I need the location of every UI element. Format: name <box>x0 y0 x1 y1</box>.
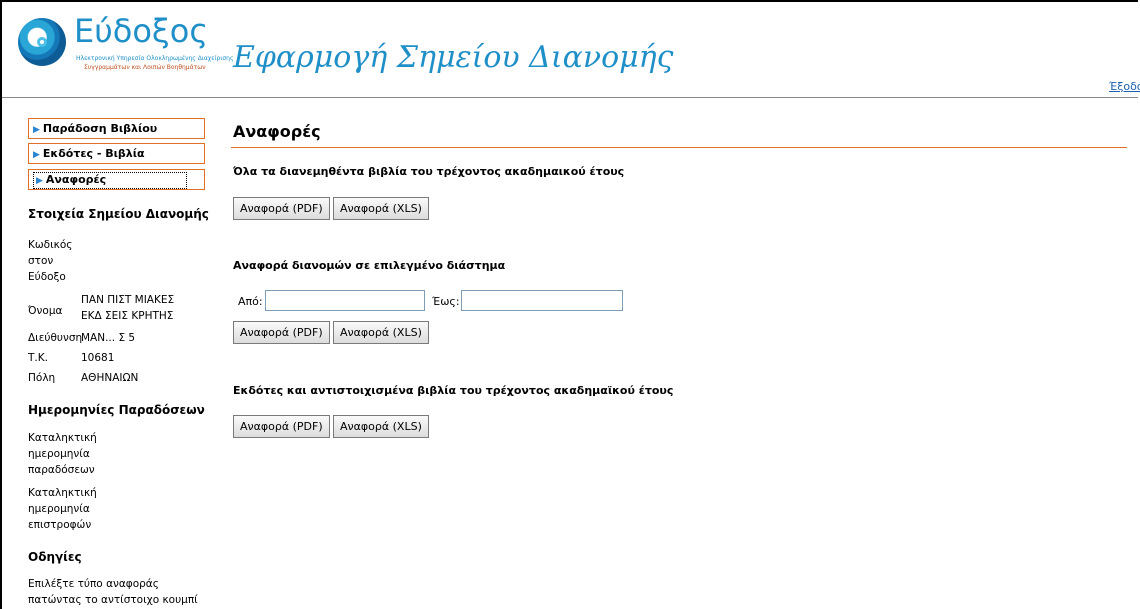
returns-deadline-label-2: ημερομηνία <box>28 503 90 515</box>
sidebar-item-label: Αναφορές <box>45 173 107 186</box>
name-value-2: ΕΚΔ ΣΕΙΣ ΚΡΗΤΗΣ <box>81 310 174 322</box>
from-date-input[interactable] <box>265 290 425 311</box>
logo-wordmark: Εύδοξος <box>74 12 209 50</box>
section-all-distributed-heading: Όλα τα διανεμηθέντα βιβλία του τρέχοντος… <box>233 165 625 178</box>
point-info-heading: Στοιχεία Σημείου Διανομής <box>28 207 209 221</box>
city-label: Πόλη <box>28 372 56 384</box>
section-date-range-heading: Αναφορά διανομών σε επιλεγμένο διάστημα <box>233 259 506 272</box>
header-divider <box>2 97 1138 98</box>
sidebar-item-label: Εκδότες - Βιβλία <box>42 147 145 160</box>
name-label: Όνομα <box>28 305 63 317</box>
code-label-3: Εύδοξο <box>28 271 66 283</box>
instructions-text-1: Επιλέξτε τύπο αναφοράς <box>28 578 159 590</box>
address-label: Διεύθυνση <box>28 332 83 344</box>
range-report-xls-button[interactable]: Αναφορά (XLS) <box>333 321 429 344</box>
to-label: Έως: <box>432 295 460 308</box>
instructions-text-2: πατώντας το αντίστοιχο κουμπί <box>28 594 198 606</box>
returns-deadline-label-3: επιστροφών <box>28 519 92 531</box>
sidebar-item-publishers-books[interactable]: ▶ Εκδότες - Βιβλία <box>28 143 205 164</box>
address-value: ΜΑΝ... Σ 5 <box>81 332 136 344</box>
range-report-pdf-button[interactable]: Αναφορά (PDF) <box>233 321 330 344</box>
delivery-deadline-label-3: παραδόσεων <box>28 464 95 476</box>
delivery-deadline-label-1: Καταληκτική <box>28 432 97 444</box>
report-pdf-button[interactable]: Αναφορά (PDF) <box>233 197 330 220</box>
logo-subtitle-1: Ηλεκτρονική Υπηρεσία Ολοκληρωμένης Διαχε… <box>76 55 234 62</box>
returns-deadline-label-1: Καταληκτική <box>28 487 97 499</box>
zip-value: 10681 <box>81 352 115 364</box>
delivery-deadline-label-2: ημερομηνία <box>28 448 90 460</box>
logo-subtitle-2: Συγγραμμάτων και Λοιπών Βοηθημάτων <box>84 64 206 71</box>
triangle-right-icon: ▶ <box>36 176 43 186</box>
city-value: ΑΘΗΝΑΙΩΝ <box>81 372 139 384</box>
from-label: Από: <box>238 295 263 308</box>
triangle-right-icon: ▶ <box>33 150 40 160</box>
section-publishers-heading: Εκδότες και αντιστοιχισμένα βιβλία του τ… <box>233 384 674 397</box>
logo-dot-icon <box>37 37 47 47</box>
logout-link[interactable]: Έξοδο <box>1109 80 1140 93</box>
report-xls-button[interactable]: Αναφορά (XLS) <box>333 197 429 220</box>
publishers-report-pdf-button[interactable]: Αναφορά (PDF) <box>233 415 330 438</box>
triangle-right-icon: ▶ <box>33 125 40 135</box>
title-divider <box>231 147 1127 148</box>
sidebar-item-label: Παράδοση Βιβλίου <box>42 122 158 135</box>
code-label-2: στον <box>28 255 54 267</box>
delivery-dates-heading: Ημερομηνίες Παραδόσεων <box>28 403 205 417</box>
page-title: Αναφορές <box>233 122 321 141</box>
app-title: Εφαρμογή Σημείου Διανομής <box>233 40 674 75</box>
zip-label: Τ.Κ. <box>28 352 48 364</box>
publishers-report-xls-button[interactable]: Αναφορά (XLS) <box>333 415 429 438</box>
sidebar-item-reports[interactable]: ▶ Αναφορές <box>28 169 205 190</box>
sidebar-item-book-delivery[interactable]: ▶ Παράδοση Βιβλίου <box>28 118 205 139</box>
eudoxus-logo: Εύδοξος Ηλεκτρονική Υπηρεσία Ολοκληρωμέν… <box>18 10 234 80</box>
instructions-heading: Οδηγίες <box>28 550 82 564</box>
code-label-1: Κωδικός <box>28 239 73 251</box>
to-date-input[interactable] <box>461 290 623 311</box>
name-value-1: ΠΑΝ ΠΙΣΤ ΜΙΑΚΕΣ <box>81 294 175 306</box>
